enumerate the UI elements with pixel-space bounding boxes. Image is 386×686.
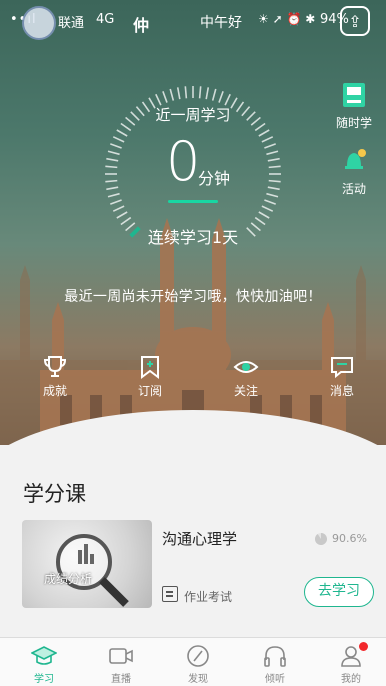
gauge-tick bbox=[116, 211, 128, 219]
book-icon bbox=[343, 83, 365, 107]
eye-icon bbox=[233, 361, 259, 373]
bookmark-icon bbox=[141, 356, 159, 379]
gauge-tick bbox=[258, 211, 270, 219]
gauge-tick bbox=[106, 157, 119, 162]
subscribe-button[interactable]: 订阅 bbox=[120, 355, 180, 399]
tab-mine[interactable]: 我的 bbox=[321, 642, 381, 685]
tab-mine-label: 我的 bbox=[341, 674, 361, 685]
course-name: 沟通心理学 bbox=[162, 530, 238, 548]
network-label: 4G bbox=[96, 12, 115, 27]
gauge-tick bbox=[116, 129, 128, 137]
gauge-tick bbox=[267, 186, 280, 191]
gauge-tick bbox=[261, 136, 274, 143]
gauge-tick bbox=[266, 150, 279, 156]
course-thumbnail: 成绩分析 bbox=[22, 520, 152, 608]
progress-ring-fill bbox=[315, 533, 327, 545]
message-button[interactable]: 消息 bbox=[312, 355, 372, 399]
status-bar: ••ıl 联通 4G 仲 中午好 ☀ ➚ ⏰ ✱ 94% bbox=[0, 0, 386, 40]
gauge-tick bbox=[198, 86, 202, 99]
gauge-tick bbox=[107, 150, 120, 156]
tab-discover[interactable]: 发现 bbox=[168, 644, 228, 685]
notification-badge bbox=[359, 642, 368, 651]
gauge-tick bbox=[267, 157, 280, 162]
go-study-button[interactable]: 去学习 bbox=[304, 577, 374, 607]
gauge-tick bbox=[184, 86, 188, 99]
gauge-tick bbox=[261, 205, 274, 212]
gauge-underline bbox=[168, 200, 218, 203]
gauge-tick bbox=[105, 179, 118, 183]
activity-label: 活动 bbox=[341, 182, 366, 196]
subscribe-label: 订阅 bbox=[137, 384, 162, 398]
week-study-label: 近一周学习 bbox=[155, 106, 231, 124]
status-icons: ☀ ➚ ⏰ ✱ bbox=[258, 12, 316, 26]
headphones-icon bbox=[264, 646, 286, 667]
tab-listen[interactable]: 倾听 bbox=[245, 644, 305, 685]
hero-banner: ••ıl 联通 4G 仲 中午好 ☀ ➚ ⏰ ✱ 94% ⇪ 近一周学习 0 分… bbox=[0, 0, 386, 445]
study-minutes-unit: 分钟 bbox=[198, 169, 231, 188]
tab-live[interactable]: 直播 bbox=[91, 644, 151, 685]
gauge-tick bbox=[268, 165, 281, 169]
study-minutes-value: 0 bbox=[166, 130, 201, 193]
greeting-text: 中午好 bbox=[200, 15, 242, 31]
gauge-tick bbox=[205, 87, 210, 100]
activity-button[interactable]: 活动 bbox=[332, 146, 376, 197]
video-icon bbox=[109, 648, 133, 664]
gauge-tick bbox=[112, 205, 125, 212]
gauge-tick bbox=[258, 129, 270, 137]
follow-button[interactable]: 关注 bbox=[216, 355, 276, 399]
mortarboard-icon bbox=[31, 646, 57, 665]
gauge-tick bbox=[268, 179, 281, 183]
gauge-tick bbox=[264, 199, 276, 205]
trophy-icon bbox=[43, 356, 67, 377]
progress-ring-icon bbox=[315, 533, 327, 545]
tab-bar: 学习 直播 发现 倾听 我的 bbox=[0, 637, 386, 686]
achievement-button[interactable]: 成就 bbox=[25, 355, 85, 399]
gauge-tick bbox=[264, 143, 276, 149]
gauge-tick bbox=[169, 88, 175, 101]
course-card[interactable]: 成绩分析 沟通心理学 90.6% 作业考试 去学习 bbox=[22, 520, 374, 612]
bell-icon bbox=[345, 149, 366, 169]
gauge-tick bbox=[110, 199, 122, 205]
tab-live-label: 直播 bbox=[111, 674, 131, 685]
gauge-tick bbox=[107, 192, 120, 198]
gauge-tick bbox=[110, 143, 122, 149]
encourage-hint: 最近一周尚未开始学习哦，快快加油吧！ bbox=[64, 289, 322, 305]
gauge-tick bbox=[106, 186, 119, 191]
document-icon bbox=[162, 586, 178, 602]
compass-icon bbox=[187, 645, 209, 667]
follow-label: 关注 bbox=[233, 384, 258, 398]
gauge-tick bbox=[105, 165, 118, 169]
message-icon bbox=[331, 357, 353, 379]
magnifier-icon bbox=[56, 534, 129, 607]
school-logo bbox=[22, 6, 56, 40]
carrier-label: 联通 bbox=[58, 16, 85, 31]
gauge-tick bbox=[211, 88, 217, 101]
gauge-tick bbox=[176, 87, 181, 100]
share-icon[interactable]: ⇪ bbox=[340, 6, 370, 36]
gauge-tick bbox=[112, 136, 125, 143]
user-name: 仲 bbox=[133, 16, 150, 35]
gauge-tick bbox=[266, 192, 279, 198]
anytime-study-button[interactable]: 随时学 bbox=[332, 80, 376, 131]
gauge-tick bbox=[162, 91, 168, 103]
tab-study[interactable]: 学习 bbox=[14, 644, 74, 685]
tab-study-label: 学习 bbox=[34, 674, 54, 685]
achievement-label: 成就 bbox=[42, 384, 67, 398]
tab-discover-label: 发现 bbox=[188, 674, 208, 685]
gauge-tick bbox=[218, 91, 224, 103]
message-label: 消息 bbox=[329, 384, 354, 398]
anytime-study-label: 随时学 bbox=[335, 116, 372, 130]
course-progress: 90.6% bbox=[332, 532, 367, 545]
thumbnail-caption: 成绩分析 bbox=[44, 572, 93, 586]
tab-listen-label: 倾听 bbox=[265, 674, 285, 685]
study-streak: 连续学习1天 bbox=[147, 228, 239, 247]
course-meta: 作业考试 bbox=[184, 590, 233, 604]
quick-actions: 成就 订阅 关注 消息 bbox=[0, 355, 386, 405]
section-title: 学分课 bbox=[23, 482, 86, 506]
